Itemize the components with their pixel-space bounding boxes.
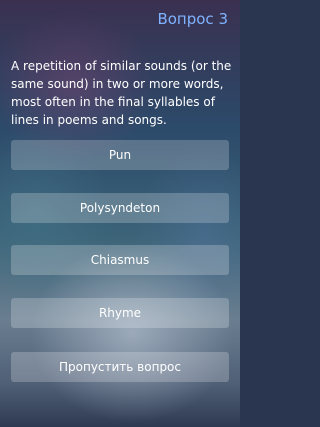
answer-button-chiasmus[interactable]: Chiasmus [11, 245, 229, 275]
answer-label: Pun [108, 148, 132, 162]
answer-button-pun[interactable]: Pun [11, 140, 229, 170]
skip-question-button[interactable]: Пропустить вопрос [11, 352, 229, 382]
answer-button-polysyndeton[interactable]: Polysyndeton [11, 193, 229, 223]
skip-label: Пропустить вопрос [58, 360, 181, 374]
question-number-title: Вопрос 3 [157, 10, 228, 28]
answer-label: Chiasmus [90, 253, 150, 267]
answer-label: Polysyndeton [79, 201, 161, 215]
answer-label: Rhyme [98, 306, 142, 320]
question-text: A repetition of similar sounds (or the s… [11, 59, 232, 127]
answer-button-rhyme[interactable]: Rhyme [11, 298, 229, 328]
